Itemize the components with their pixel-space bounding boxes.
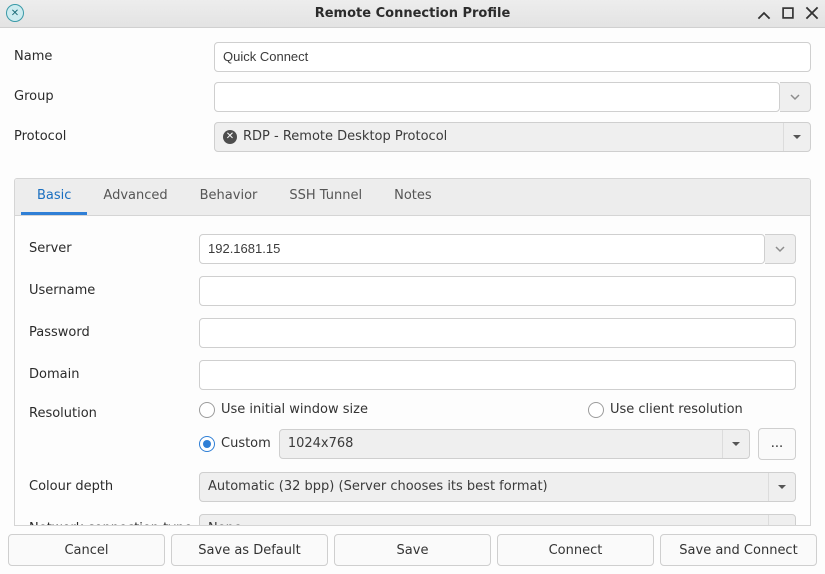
group-dropdown-button[interactable] bbox=[780, 82, 811, 112]
protocol-label: Protocol bbox=[14, 129, 214, 144]
row-domain: Domain bbox=[29, 360, 796, 390]
radio-client-label: Use client resolution bbox=[610, 402, 743, 417]
close-button[interactable] bbox=[805, 6, 819, 20]
domain-label: Domain bbox=[29, 367, 199, 382]
radio-initial-window[interactable]: Use initial window size bbox=[199, 402, 368, 418]
tabbar: Basic Advanced Behavior SSH Tunnel Notes bbox=[15, 179, 810, 216]
window-title: Remote Connection Profile bbox=[0, 6, 825, 21]
resolution-custom-row: Custom 1024x768 ... bbox=[199, 428, 796, 460]
maximize-button[interactable] bbox=[781, 6, 795, 20]
radio-client-resolution[interactable]: Use client resolution bbox=[588, 402, 743, 418]
netconn-text: None bbox=[200, 515, 768, 525]
netconn-label: Network connection type bbox=[29, 521, 199, 525]
resolution-more-button[interactable]: ... bbox=[758, 428, 796, 460]
content: Name Group Protocol ✕ RDP - Remote Deskt… bbox=[0, 28, 825, 526]
app-icon: ✕ bbox=[6, 4, 24, 22]
group-label: Group bbox=[14, 89, 214, 104]
colourdepth-label: Colour depth bbox=[29, 479, 199, 494]
protocol-combo[interactable]: ✕ RDP - Remote Desktop Protocol bbox=[214, 122, 811, 152]
tab-sshtunnel[interactable]: SSH Tunnel bbox=[273, 179, 378, 215]
server-dropdown-button[interactable] bbox=[765, 234, 796, 264]
window-buttons bbox=[757, 6, 819, 20]
titlebar: ✕ Remote Connection Profile bbox=[0, 0, 825, 28]
name-input[interactable] bbox=[214, 42, 811, 72]
resolution-custom-text: 1024x768 bbox=[280, 430, 722, 458]
domain-input[interactable] bbox=[199, 360, 796, 390]
chevron-down-icon bbox=[783, 123, 810, 151]
cancel-button[interactable]: Cancel bbox=[8, 534, 165, 566]
window: ✕ Remote Connection Profile Name Group bbox=[0, 0, 825, 574]
row-group: Group bbox=[14, 82, 811, 112]
server-input[interactable] bbox=[199, 234, 765, 264]
password-input[interactable] bbox=[199, 318, 796, 348]
colourdepth-combo[interactable]: Automatic (32 bpp) (Server chooses its b… bbox=[199, 472, 796, 502]
server-combo[interactable] bbox=[199, 234, 796, 264]
password-label: Password bbox=[29, 325, 199, 340]
save-connect-button[interactable]: Save and Connect bbox=[660, 534, 817, 566]
radio-dot bbox=[199, 402, 215, 418]
radio-dot bbox=[199, 436, 215, 452]
chevron-down-icon bbox=[768, 473, 795, 501]
row-protocol: Protocol ✕ RDP - Remote Desktop Protocol bbox=[14, 122, 811, 152]
row-resolution: Resolution Use initial window size Use c… bbox=[29, 402, 796, 460]
resolution-label: Resolution bbox=[29, 402, 199, 421]
chevron-down-icon bbox=[722, 430, 749, 458]
tabs: Basic Advanced Behavior SSH Tunnel Notes… bbox=[14, 178, 811, 526]
resolution-options: Use initial window size Use client resol… bbox=[199, 402, 796, 460]
row-username: Username bbox=[29, 276, 796, 306]
radio-custom[interactable]: Custom bbox=[199, 436, 271, 452]
tab-behavior[interactable]: Behavior bbox=[184, 179, 274, 215]
chevron-down-icon bbox=[768, 515, 795, 525]
minimize-button[interactable] bbox=[757, 6, 771, 20]
username-label: Username bbox=[29, 283, 199, 298]
username-input[interactable] bbox=[199, 276, 796, 306]
row-server: Server bbox=[29, 234, 796, 264]
radio-custom-label: Custom bbox=[221, 436, 271, 451]
server-label: Server bbox=[29, 241, 199, 256]
resolution-radio-row1: Use initial window size Use client resol… bbox=[199, 402, 796, 418]
row-password: Password bbox=[29, 318, 796, 348]
colourdepth-text: Automatic (32 bpp) (Server chooses its b… bbox=[200, 473, 768, 501]
radio-dot bbox=[588, 402, 604, 418]
tabbody-basic: Server Username Password bbox=[15, 216, 810, 525]
save-button[interactable]: Save bbox=[334, 534, 491, 566]
group-input[interactable] bbox=[214, 82, 780, 112]
resolution-custom-combo[interactable]: 1024x768 bbox=[279, 429, 750, 459]
tab-basic[interactable]: Basic bbox=[21, 179, 87, 215]
protocol-icon: ✕ bbox=[223, 130, 237, 144]
row-netconn: Network connection type None bbox=[29, 514, 796, 525]
name-label: Name bbox=[14, 49, 214, 64]
netconn-combo[interactable]: None bbox=[199, 514, 796, 525]
tab-advanced[interactable]: Advanced bbox=[87, 179, 183, 215]
group-combo[interactable] bbox=[214, 82, 811, 112]
footer: Cancel Save as Default Save Connect Save… bbox=[0, 526, 825, 574]
protocol-value: RDP - Remote Desktop Protocol bbox=[243, 129, 447, 144]
colourdepth-value: Automatic (32 bpp) (Server chooses its b… bbox=[208, 479, 548, 494]
radio-initial-label: Use initial window size bbox=[221, 402, 368, 417]
save-default-button[interactable]: Save as Default bbox=[171, 534, 328, 566]
row-name: Name bbox=[14, 42, 811, 72]
netconn-value: None bbox=[208, 521, 242, 525]
tab-notes[interactable]: Notes bbox=[378, 179, 448, 215]
protocol-combo-text: ✕ RDP - Remote Desktop Protocol bbox=[215, 123, 783, 151]
connect-button[interactable]: Connect bbox=[497, 534, 654, 566]
row-colourdepth: Colour depth Automatic (32 bpp) (Server … bbox=[29, 472, 796, 502]
resolution-custom-value: 1024x768 bbox=[288, 436, 354, 451]
